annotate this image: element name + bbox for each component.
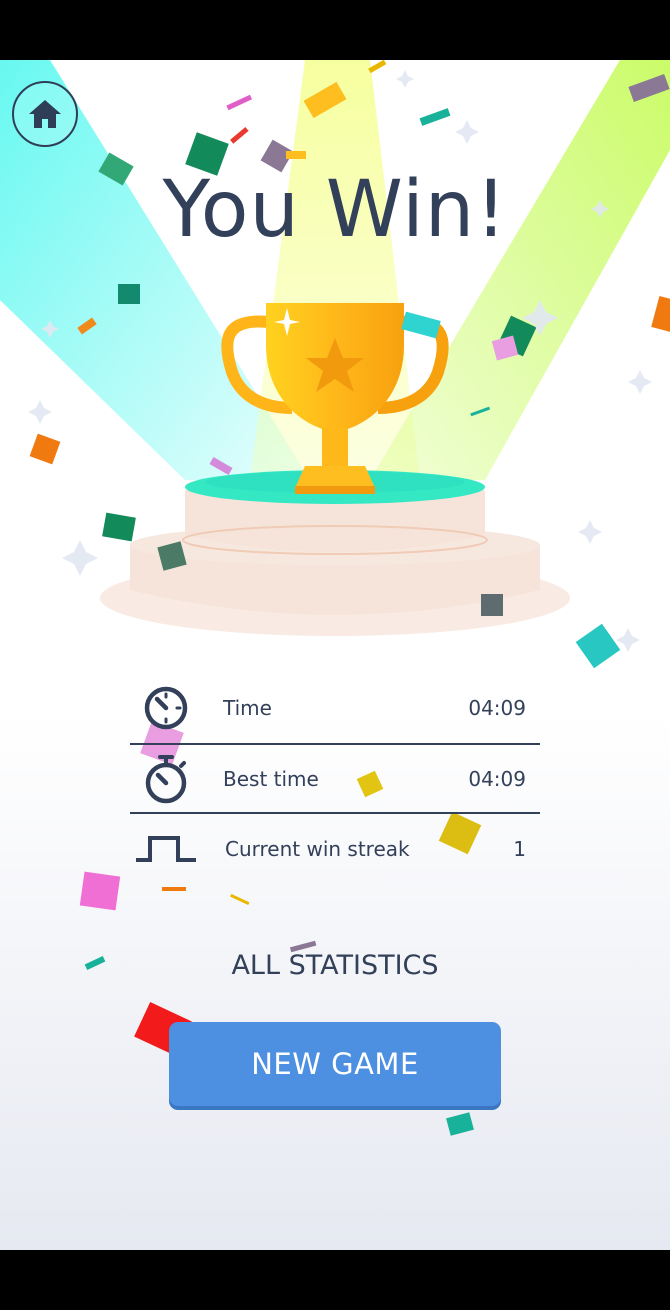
home-button[interactable] bbox=[12, 81, 78, 147]
streak-icon bbox=[130, 814, 202, 884]
stopwatch-icon bbox=[130, 744, 202, 814]
home-icon bbox=[29, 100, 61, 128]
spotlight-right bbox=[370, 60, 670, 480]
stat-label: Time bbox=[223, 696, 272, 720]
win-title: You Win! bbox=[162, 165, 508, 255]
stat-value: 1 bbox=[513, 837, 526, 861]
stat-value: 04:09 bbox=[468, 767, 526, 791]
new-game-button[interactable]: NEW GAME bbox=[169, 1022, 501, 1106]
stat-row-time: Time 04:09 bbox=[130, 673, 540, 743]
stat-label: Best time bbox=[223, 767, 319, 791]
all-statistics-link[interactable]: ALL STATISTICS bbox=[0, 950, 670, 981]
win-screen: You Win! Time 04:09 Best time 04:09 Curr… bbox=[0, 60, 670, 1250]
clock-icon bbox=[130, 673, 202, 743]
stat-value: 04:09 bbox=[468, 696, 526, 720]
stat-label: Current win streak bbox=[225, 837, 410, 861]
stat-row-win-streak: Current win streak 1 bbox=[130, 814, 540, 884]
stat-row-best-time: Best time 04:09 bbox=[130, 744, 540, 814]
